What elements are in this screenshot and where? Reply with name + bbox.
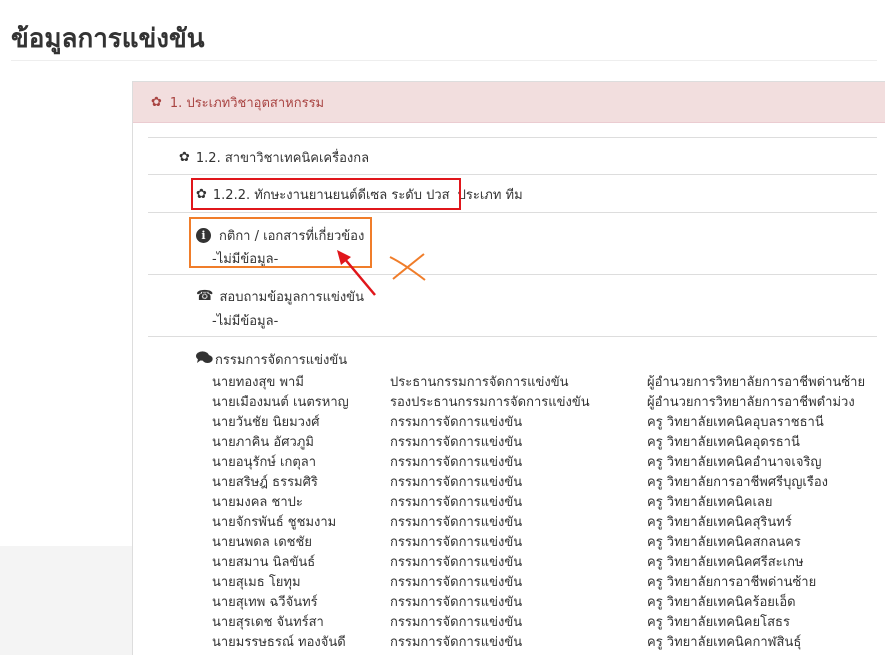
phone-icon: ☎ <box>196 288 214 304</box>
committee-member-row: นายสมาน นิลขันธ์ กรรมการจัดการแข่งขัน ครู … <box>0 551 885 571</box>
member-role: กรรมการจัดการแข่งขัน <box>390 415 523 430</box>
gear-icon: ✿ <box>179 149 190 165</box>
member-org: ผู้อำนวยการวิทยาลัยการอาชีพดำม่วง <box>647 395 855 410</box>
member-role: กรรมการจัดการแข่งขัน <box>390 535 523 550</box>
branch-label: 1.2. สาขาวิชาเทคนิคเครื่องกล <box>195 150 370 166</box>
member-role: กรรมการจัดการแข่งขัน <box>390 595 523 610</box>
committee-member-row: นายมงคล ชาปะ กรรมการจัดการแข่งขัน ครู วิทย… <box>0 491 885 511</box>
member-name: นายสมาน นิลขันธ์ <box>212 555 316 570</box>
member-org: ครู วิทยาลัยเทคนิคยโสธร <box>647 615 790 630</box>
committee-member-row: นายอนุรักษ์ เกตุลา กรรมการจัดการแข่งขัน คร… <box>0 451 885 471</box>
member-role: กรรมการจัดการแข่งขัน <box>390 435 523 450</box>
committee-label: กรรมการจัดการแข่งขัน <box>215 352 348 368</box>
member-org: ครู วิทยาลัยเทคนิคร้อยเอ็ด <box>647 595 796 610</box>
branch-row[interactable]: ✿ 1.2. สาขาวิชาเทคนิคเครื่องกล <box>179 148 369 166</box>
category-heading[interactable]: ✿ 1. ประเภทวิชาอุตสาหกรรม <box>133 82 885 123</box>
member-org: ครู วิทยาลัยเทคนิคกาฬสินธุ์ <box>647 635 802 650</box>
contact-row: ☎ สอบถามข้อมูลการแข่งขัน <box>196 287 364 305</box>
member-name: นายจักรพันธ์ ชูชมงาม <box>212 515 337 530</box>
member-role: รองประธานกรรมการจัดการแข่งขัน <box>390 395 590 410</box>
member-name: นายทองสุข พามี <box>212 375 304 390</box>
member-name: นายวันชัย นิยมวงศ์ <box>212 415 320 430</box>
member-role: กรรมการจัดการแข่งขัน <box>390 495 523 510</box>
member-name: นายภาคิน อัศวภูมิ <box>212 435 314 450</box>
member-org: ครู วิทยาลัยเทคนิคสุรินทร์ <box>647 515 792 530</box>
row-divider <box>148 137 877 138</box>
member-name: นายมงคล ชาปะ <box>212 495 303 510</box>
member-org: ครู วิทยาลัยเทคนิคเลย <box>647 495 773 510</box>
member-name: นายสุรเดช จันทร์สา <box>212 615 324 630</box>
committee-member-row: นายทองสุข พามี ประธานกรรมการจัดการแข่งขัน… <box>0 371 885 391</box>
committee-member-row: นายสุเมธ โยทุม กรรมการจัดการแข่งขัน ครู วิ… <box>0 571 885 591</box>
member-name: นายสุเมธ โยทุม <box>212 575 301 590</box>
category-label: 1. ประเภทวิชาอุตสาหกรรม <box>169 95 325 111</box>
member-role: กรรมการจัดการแข่งขัน <box>390 455 523 470</box>
member-name: นายเมืองมนต์ เนตรหาญ <box>212 395 349 410</box>
row-divider <box>148 336 877 337</box>
member-name: นายสริษฎ์ ธรรมศิริ <box>212 475 318 490</box>
committee-member-row: นายนพดล เดชชัย กรรมการจัดการแข่งขัน ครู วิ… <box>0 531 885 551</box>
title-divider <box>11 60 877 61</box>
committee-member-row: นายภาคิน อัศวภูมิ กรรมการจัดการแข่งขัน ครู… <box>0 431 885 451</box>
competition-type: ประเภท ทีม <box>457 187 523 203</box>
member-org: ครู วิทยาลัยการอาชีพด่านซ้าย <box>647 575 817 590</box>
gear-icon: ✿ <box>151 94 162 110</box>
page-title: ข้อมูลการแข่งขัน <box>11 24 205 54</box>
comments-icon <box>196 350 213 368</box>
row-divider <box>148 212 877 213</box>
member-org: ครู วิทยาลัยการอาชีพศรีบุญเรือง <box>647 475 828 490</box>
highlight-box-orange <box>189 217 372 268</box>
member-org: ครู วิทยาลัยเทคนิคอุบลราชธานี <box>647 415 824 430</box>
member-role: ประธานกรรมการจัดการแข่งขัน <box>390 375 569 390</box>
member-org: ครู วิทยาลัยเทคนิคสกลนคร <box>647 535 801 550</box>
member-name: นายสุเทพ ฉวีจันทร์ <box>212 595 318 610</box>
committee-member-row: นายมรรษธรณ์ ทองจันดี กรรมการจัดการแข่งขัน… <box>0 631 885 651</box>
member-role: กรรมการจัดการแข่งขัน <box>390 515 523 530</box>
member-name: นายนพดล เดชชัย <box>212 535 312 550</box>
member-name: นายอนุรักษ์ เกตุลา <box>212 455 317 470</box>
member-name: นายมรรษธรณ์ ทองจันดี <box>212 635 346 650</box>
committee-member-row: นายสริษฎ์ ธรรมศิริ กรรมการจัดการแข่งขัน คร… <box>0 471 885 491</box>
committee-member-row: นายเมืองมนต์ เนตรหาญ รองประธานกรรมการจัดก… <box>0 391 885 411</box>
row-divider <box>148 174 877 175</box>
contact-value: -ไม่มีข้อมูล- <box>212 314 279 329</box>
committee-member-row: นายสุรเดช จันทร์สา กรรมการจัดการแข่งขัน คร… <box>0 611 885 631</box>
member-org: ครู วิทยาลัยเทคนิคอุดรธานี <box>647 435 800 450</box>
committee-member-row: นายจักรพันธ์ ชูชมงาม กรรมการจัดการแข่งขัน… <box>0 511 885 531</box>
committee-member-row: นายสุเทพ ฉวีจันทร์ กรรมการจัดการแข่งขัน คร… <box>0 591 885 611</box>
member-role: กรรมการจัดการแข่งขัน <box>390 635 523 650</box>
member-role: กรรมการจัดการแข่งขัน <box>390 615 523 630</box>
member-role: กรรมการจัดการแข่งขัน <box>390 575 523 590</box>
highlight-box-red <box>191 178 461 210</box>
committee-member-row: นายวันชัย นิยมวงศ์ กรรมการจัดการแข่งขัน คร… <box>0 411 885 431</box>
member-role: กรรมการจัดการแข่งขัน <box>390 475 523 490</box>
committee-header: กรรมการจัดการแข่งขัน <box>196 350 347 368</box>
member-org: ครู วิทยาลัยเทคนิคอำนาจเจริญ <box>647 455 822 470</box>
member-role: กรรมการจัดการแข่งขัน <box>390 555 523 570</box>
member-org: ผู้อำนวยการวิทยาลัยการอาชีพด่านซ้าย <box>647 375 866 390</box>
member-org: ครู วิทยาลัยเทคนิคศรีสะเกษ <box>647 555 804 570</box>
row-divider <box>148 274 877 275</box>
contact-label: สอบถามข้อมูลการแข่งขัน <box>219 289 364 305</box>
